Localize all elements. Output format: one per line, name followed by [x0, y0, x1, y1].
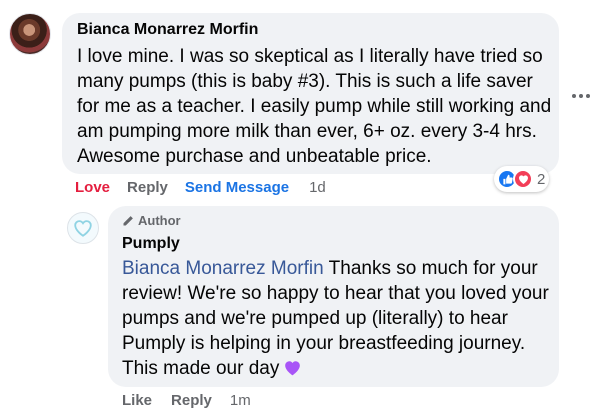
- pumply-avatar[interactable]: [67, 212, 99, 244]
- comment-author-name[interactable]: Bianca Monarrez Morfin: [77, 20, 258, 40]
- reply-button[interactable]: Reply: [127, 179, 168, 196]
- pumply-logo-icon: [74, 220, 92, 237]
- author-badge: Author: [122, 213, 181, 228]
- purple-heart-icon: [283, 359, 302, 384]
- mention-link[interactable]: Bianca Monarrez Morfin: [122, 258, 324, 279]
- reply-actions: Like Reply 1m: [122, 392, 251, 409]
- reply-text: Bianca Monarrez Morfin Thanks so much fo…: [122, 256, 552, 384]
- like-button[interactable]: Like: [122, 392, 152, 409]
- reactions-summary[interactable]: 2: [494, 166, 550, 192]
- comment-timestamp[interactable]: 1d: [309, 179, 326, 196]
- love-button[interactable]: Love: [75, 179, 110, 196]
- more-options-icon[interactable]: [572, 94, 592, 100]
- author-badge-label: Author: [138, 213, 181, 228]
- commenter-avatar[interactable]: [9, 13, 51, 55]
- reaction-count: 2: [537, 170, 546, 188]
- love-icon: [513, 169, 533, 189]
- comment-actions: Love Reply Send Message 1d: [75, 179, 326, 196]
- pencil-icon: [123, 215, 133, 225]
- reply-author-name[interactable]: Pumply: [122, 234, 180, 254]
- comment-text: I love mine. I was so skeptical as I lit…: [77, 46, 552, 167]
- send-message-button[interactable]: Send Message: [185, 179, 289, 196]
- reply-timestamp[interactable]: 1m: [230, 392, 251, 409]
- reply-reply-button[interactable]: Reply: [171, 392, 212, 409]
